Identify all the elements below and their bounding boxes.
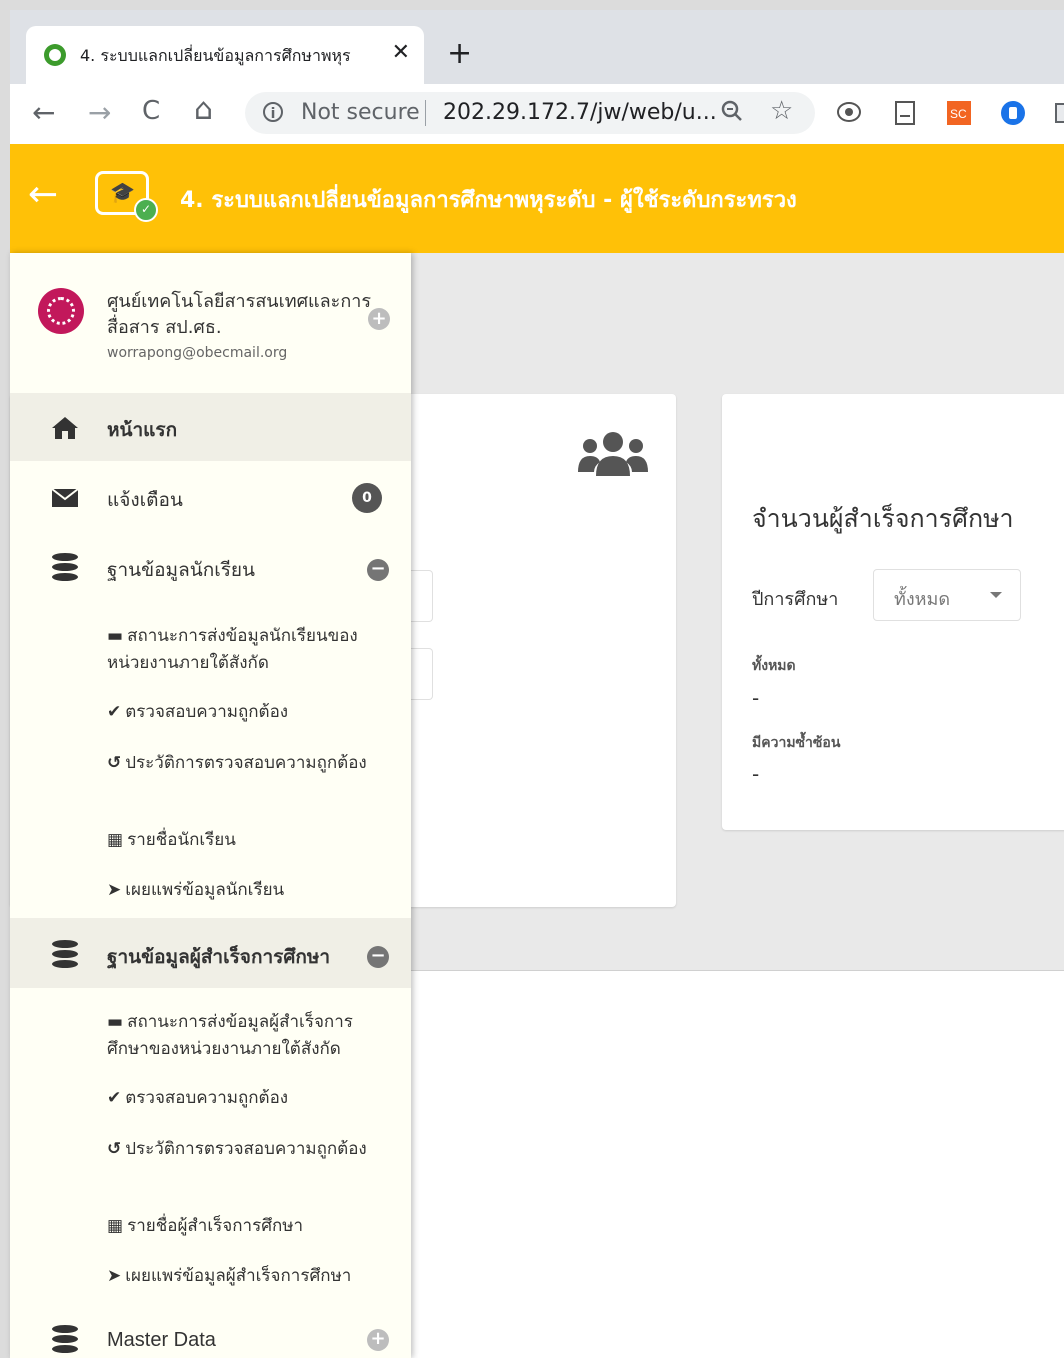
graduate-card-title: จำนวนผู้สำเร็จการศึกษา (752, 504, 1014, 533)
total-label: ทั้งหมด (752, 658, 796, 674)
graduate-list-link[interactable]: ▦ รายชื่อผู้สำเร็จการศึกษา (107, 1213, 392, 1240)
student-list-link[interactable]: ▦ รายชื่อนักเรียน (107, 827, 392, 854)
browser-tab[interactable]: 4. ระบบแลกเปลี่ยนข้อมูลการศึกษาพหุร ✕ (26, 26, 424, 84)
home-icon (52, 417, 78, 439)
table-icon: ▦ (107, 830, 124, 850)
academic-year-select[interactable]: ทั้งหมด (873, 569, 1021, 621)
graduate-status-link[interactable]: ▬ สถานะการส่งข้อมูลผู้สำเร็จการศึกษาของหน… (107, 1009, 392, 1063)
duplicate-label: มีความซ้ำซ้อน (752, 735, 841, 751)
new-tab-button[interactable]: + (447, 36, 472, 71)
total-value: - (752, 686, 760, 710)
check-icon: ✔ (107, 1088, 122, 1108)
sub-item-label: รายชื่อผู้สำเร็จการศึกษา (127, 1216, 304, 1236)
sub-item-label: สถานะการส่งข้อมูลผู้สำเร็จการศึกษาของหน่… (107, 1012, 353, 1059)
profile-email: worrapong@obecmail.org (107, 345, 288, 361)
close-tab-icon[interactable]: ✕ (392, 40, 410, 65)
sidebar-item-master-data[interactable]: Master Data + (10, 1305, 411, 1358)
back-button[interactable]: ← (32, 96, 55, 129)
history-icon: ↺ (107, 753, 122, 773)
graduate-publish-link[interactable]: ➤ เผยแพร่ข้อมูลผู้สำเร็จการศึกษา (107, 1263, 392, 1290)
academic-year-value: ทั้งหมด (894, 589, 951, 610)
check-icon: ✔ (107, 702, 122, 722)
home-button[interactable]: ⌂ (194, 92, 213, 127)
omnibox-divider (425, 100, 426, 126)
student-filter-select[interactable] (410, 570, 433, 622)
sub-item-label: ตรวจสอบความถูกต้อง (125, 1088, 289, 1108)
user-profile: ศูนย์เทคโนโลยีสารสนเทศและการสื่อสาร สป.ศ… (10, 253, 411, 393)
extension-partial-icon[interactable] (1054, 100, 1064, 126)
chevron-down-icon (990, 592, 1002, 598)
graduate-validate-link[interactable]: ✔ ตรวจสอบความถูกต้อง (107, 1085, 392, 1112)
envelope-icon (51, 488, 79, 507)
browser-toolbar: ← → C ⌂ i Not secure 202.29.172.7/jw/web… (10, 84, 1064, 145)
check-badge-icon: ✓ (134, 198, 158, 222)
sub-item-label: ประวัติการตรวจสอบความถูกต้อง (125, 753, 367, 773)
extension-speech-icon[interactable] (836, 100, 862, 126)
browser-tabstrip: 4. ระบบแลกเปลี่ยนข้อมูลการศึกษาพหุร ✕ + (10, 10, 1064, 84)
sub-item-label: รายชื่อนักเรียน (127, 830, 236, 850)
extension-sc-icon[interactable]: SC (946, 100, 972, 126)
sidebar: ศูนย์เทคโนโลยีสารสนเทศและการสื่อสาร สป.ศ… (10, 253, 411, 1358)
address-bar[interactable]: i Not secure 202.29.172.7/jw/web/u... ☆ (245, 92, 815, 134)
bookmark-star-icon[interactable]: ☆ (770, 96, 793, 126)
sidebar-item-graduate-db[interactable]: ฐานข้อมูลผู้สำเร็จการศึกษา − (10, 918, 411, 988)
sidebar-item-label: ฐานข้อมูลนักเรียน (107, 559, 256, 581)
student-publish-link[interactable]: ➤ เผยแพร่ข้อมูลนักเรียน (107, 877, 392, 904)
student-status-link[interactable]: ▬ สถานะการส่งข้อมูลนักเรียนของหน่วยงานภาย… (107, 623, 392, 677)
profile-name: ศูนย์เทคโนโลยีสารสนเทศและการสื่อสาร สป.ศ… (107, 291, 372, 338)
history-icon: ↺ (107, 1139, 122, 1159)
send-icon: ➤ (107, 1266, 122, 1286)
academic-year-label: ปีการศึกษา (752, 589, 839, 610)
app-header: ← 🎓 ✓ 4. ระบบแลกเปลี่ยนข้อมูลการศึกษาพหุ… (10, 144, 1064, 253)
site-favicon-icon (44, 44, 66, 66)
extension-page-icon[interactable] (892, 100, 918, 126)
url-text[interactable]: 202.29.172.7/jw/web/u... (443, 100, 717, 125)
svg-text:SC: SC (950, 107, 967, 121)
archive-icon: ▬ (107, 626, 124, 646)
sidebar-item-label: ฐานข้อมูลผู้สำเร็จการศึกษา (107, 946, 331, 968)
notification-count-badge: 0 (352, 483, 382, 513)
sidebar-item-label: Master Data (107, 1329, 216, 1351)
sidebar-item-home[interactable]: หน้าแรก (10, 393, 411, 461)
extension-blue-icon[interactable] (1000, 100, 1026, 126)
database-icon (52, 940, 78, 970)
collapse-icon[interactable]: − (367, 559, 389, 581)
sub-item-label: สถานะการส่งข้อมูลนักเรียนของหน่วยงานภายใ… (107, 626, 358, 673)
student-history-link[interactable]: ↺ ประวัติการตรวจสอบความถูกต้อง (107, 750, 392, 777)
profile-expand-icon[interactable]: + (368, 308, 390, 330)
zoom-icon[interactable] (719, 98, 745, 124)
graduation-cap-icon: 🎓 (110, 180, 135, 204)
info-icon[interactable]: i (263, 102, 283, 122)
avatar (38, 288, 84, 334)
sidebar-item-student-db[interactable]: ฐานข้อมูลนักเรียน − (10, 531, 411, 601)
users-icon (578, 432, 648, 476)
security-label: Not secure (301, 100, 420, 125)
graduate-history-link[interactable]: ↺ ประวัติการตรวจสอบความถูกต้อง (107, 1136, 392, 1163)
student-filter-input[interactable] (410, 648, 433, 700)
duplicate-value: - (752, 762, 760, 786)
reload-button[interactable]: C (142, 96, 160, 126)
student-validate-link[interactable]: ✔ ตรวจสอบความถูกต้อง (107, 699, 392, 726)
database-icon (52, 553, 78, 583)
forward-button[interactable]: → (88, 96, 111, 129)
app-logo-icon: 🎓 ✓ (95, 171, 158, 222)
sidebar-item-label: หน้าแรก (107, 419, 178, 441)
sub-item-label: เผยแพร่ข้อมูลนักเรียน (125, 880, 285, 900)
back-arrow-icon[interactable]: ← (28, 174, 58, 215)
send-icon: ➤ (107, 880, 122, 900)
app-title: 4. ระบบแลกเปลี่ยนข้อมูลการศึกษาพหุระดับ … (180, 188, 797, 213)
graduate-card: จำนวนผู้สำเร็จการศึกษา ปีการศึกษา ทั้งหม… (722, 394, 1064, 830)
database-icon (52, 1325, 78, 1355)
tab-title: 4. ระบบแลกเปลี่ยนข้อมูลการศึกษาพหุร (80, 46, 351, 65)
expand-icon[interactable]: + (367, 1329, 389, 1351)
sub-item-label: เผยแพร่ข้อมูลผู้สำเร็จการศึกษา (125, 1266, 352, 1286)
collapse-icon[interactable]: − (367, 946, 389, 968)
table-icon: ▦ (107, 1216, 124, 1236)
sub-item-label: ประวัติการตรวจสอบความถูกต้อง (125, 1139, 367, 1159)
sidebar-item-notifications[interactable]: แจ้งเตือน 0 (10, 461, 411, 531)
sidebar-item-label: แจ้งเตือน (107, 489, 183, 511)
archive-icon: ▬ (107, 1012, 124, 1032)
sub-item-label: ตรวจสอบความถูกต้อง (125, 702, 289, 722)
